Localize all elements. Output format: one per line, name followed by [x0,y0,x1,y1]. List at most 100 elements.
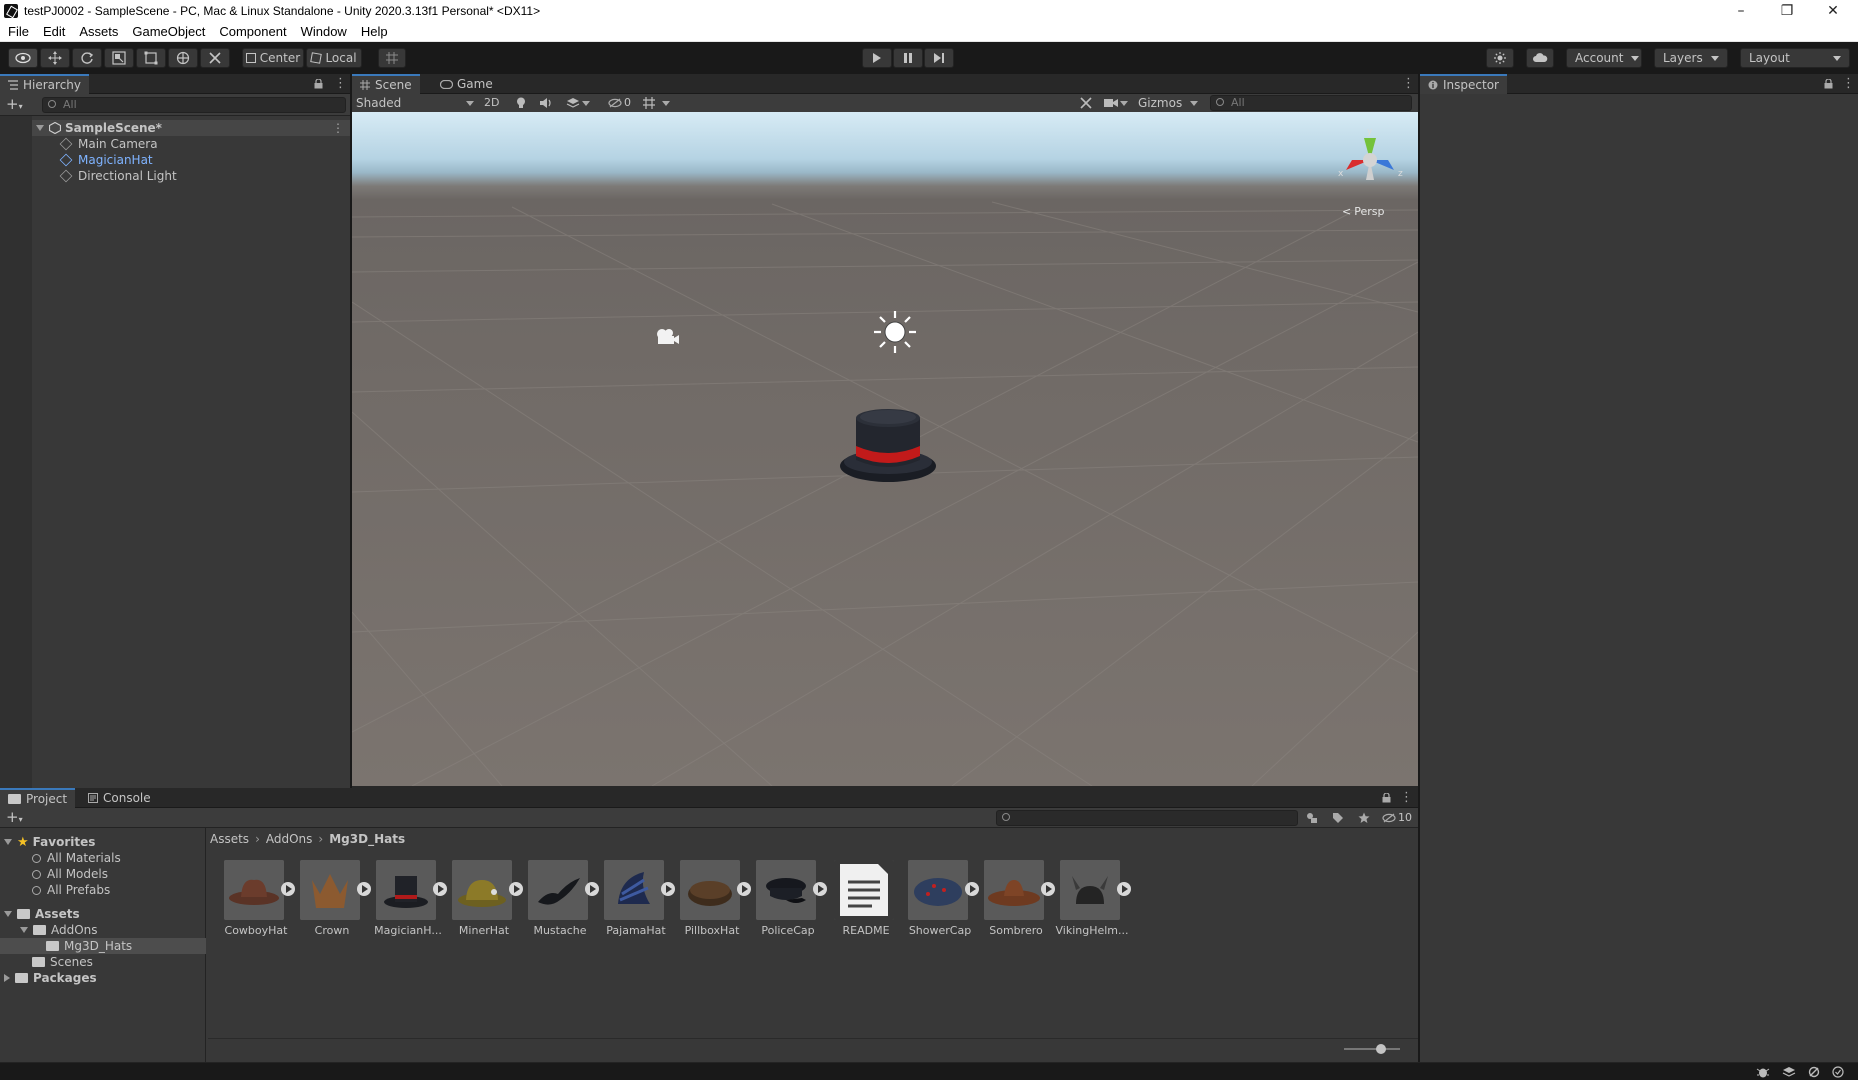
transform-tool-button[interactable] [168,48,198,68]
favorites-row[interactable]: ★ Favorites [4,834,95,850]
play-button[interactable] [862,48,892,68]
breadcrumb-addons[interactable]: AddOns [266,832,313,846]
menu-file[interactable]: File [0,24,36,39]
lock-icon[interactable] [314,79,323,89]
expand-prefab-icon[interactable] [585,882,599,896]
magician-hat-model[interactable] [836,402,940,486]
scene-viewport[interactable]: y x z < Persp [352,112,1418,786]
effects-chevron-icon[interactable] [582,101,590,106]
project-search-input[interactable] [996,810,1298,826]
grid-visibility-icon[interactable] [642,97,656,109]
expand-prefab-icon[interactable] [357,882,371,896]
lightbulb-icon[interactable] [516,97,526,109]
move-tool-button[interactable] [40,48,70,68]
asset-item[interactable]: MinerHat [452,860,523,940]
camera-icon[interactable] [1104,98,1118,108]
label-tag-icon[interactable] [1332,812,1344,824]
expand-prefab-icon[interactable] [737,882,751,896]
asset-item[interactable]: Crown [300,860,371,940]
directional-light-gizmo-icon[interactable] [870,307,920,357]
tab-inspector[interactable]: Inspector [1420,74,1507,94]
hidden-objects-toggle[interactable]: 0 [608,96,631,109]
scene-search-input[interactable]: All [1210,95,1412,111]
menu-window[interactable]: Window [294,24,354,39]
folder-addons[interactable]: AddOns [20,922,98,938]
breadcrumb-assets[interactable]: Assets [210,832,249,846]
step-button[interactable] [924,48,954,68]
folder-assets[interactable]: Assets [4,906,80,922]
search-by-type-icon[interactable] [1306,812,1318,824]
lock-icon[interactable] [1824,79,1833,89]
folder-mg3d-hats[interactable]: Mg3D_Hats [0,938,206,954]
rotate-tool-button[interactable] [72,48,102,68]
kebab-menu-icon[interactable]: ⋮ [1842,76,1855,91]
scene-root-row[interactable]: SampleScene* ⋮ [32,120,350,136]
scale-tool-button[interactable] [104,48,134,68]
folder-packages[interactable]: Packages [4,970,97,986]
menu-component[interactable]: Component [212,24,293,39]
camera-chevron-icon[interactable] [1120,101,1128,106]
layout-dropdown[interactable]: Layout [1740,48,1850,68]
shading-mode-dropdown[interactable]: Shaded [356,96,474,110]
effects-layers-icon[interactable] [566,97,580,109]
hidden-packages-toggle[interactable]: 10 [1382,811,1412,824]
stack-icon[interactable] [1782,1066,1796,1078]
tab-scene[interactable]: Scene [352,74,420,94]
orientation-gizmo[interactable]: y x z [1332,122,1408,202]
favorite-all-prefabs[interactable]: All Prefabs [32,882,110,898]
asset-item[interactable]: PillboxHat [680,860,751,940]
collab-button[interactable] [1486,48,1514,68]
favorite-all-models[interactable]: All Models [32,866,108,882]
pivot-space-toggle[interactable]: Local [306,48,362,68]
slider-thumb[interactable] [1376,1044,1386,1054]
asset-item[interactable]: ShowerCap [908,860,979,940]
perspective-toggle[interactable]: < Persp [1342,205,1384,218]
thumbnail-size-slider[interactable] [1344,1048,1400,1050]
expand-prefab-icon[interactable] [813,882,827,896]
auto-generate-lighting-icon[interactable] [1808,1066,1820,1078]
menu-help[interactable]: Help [354,24,395,39]
hierarchy-item-directional-light[interactable]: Directional Light [59,168,177,184]
asset-item[interactable]: VikingHelm... [1055,860,1131,940]
tab-console[interactable]: Console [80,788,159,808]
asset-item[interactable]: PoliceCap [756,860,827,940]
minimize-button[interactable]: – [1718,0,1764,22]
asset-item[interactable]: PajamaHat [604,860,675,940]
cloud-button[interactable] [1526,48,1554,68]
expand-prefab-icon[interactable] [281,882,295,896]
layers-dropdown[interactable]: Layers [1654,48,1728,68]
camera-gizmo-icon[interactable] [654,327,680,347]
asset-item[interactable]: MagicianH... [374,860,447,940]
expand-arrow-icon[interactable] [4,911,12,917]
expand-prefab-icon[interactable] [433,882,447,896]
tools-icon[interactable] [1080,97,1092,109]
scene-kebab-icon[interactable]: ⋮ [332,121,344,135]
audio-speaker-icon[interactable] [540,97,552,109]
folder-scenes[interactable]: Scenes [32,954,93,970]
bug-icon[interactable] [1756,1066,1770,1078]
tab-game[interactable]: Game [432,74,501,94]
grid-chevron-icon[interactable] [662,101,670,106]
tab-hierarchy[interactable]: Hierarchy [0,74,90,94]
menu-gameobject[interactable]: GameObject [125,24,212,39]
menu-assets[interactable]: Assets [72,24,125,39]
progress-check-icon[interactable] [1832,1066,1844,1078]
hierarchy-item-magicianhat[interactable]: MagicianHat [59,152,153,168]
grid-snap-button[interactable] [378,48,406,68]
maximize-button[interactable]: ❐ [1764,0,1810,22]
custom-tool-button[interactable] [200,48,230,68]
menu-edit[interactable]: Edit [36,24,72,39]
kebab-menu-icon[interactable]: ⋮ [1400,790,1413,805]
account-dropdown[interactable]: Account [1566,48,1642,68]
create-add-button[interactable]: +▾ [6,810,23,827]
expand-arrow-icon[interactable] [4,974,10,982]
create-add-button[interactable]: +▾ [6,97,30,113]
view-tool-button[interactable] [8,48,38,68]
gizmos-dropdown[interactable]: Gizmos [1138,96,1199,110]
rect-tool-button[interactable] [136,48,166,68]
hierarchy-search-input[interactable]: All [42,97,346,113]
expand-arrow-icon[interactable] [20,927,28,933]
expand-arrow-icon[interactable] [36,125,44,131]
asset-item[interactable]: Mustache [528,860,599,940]
expand-prefab-icon[interactable] [509,882,523,896]
